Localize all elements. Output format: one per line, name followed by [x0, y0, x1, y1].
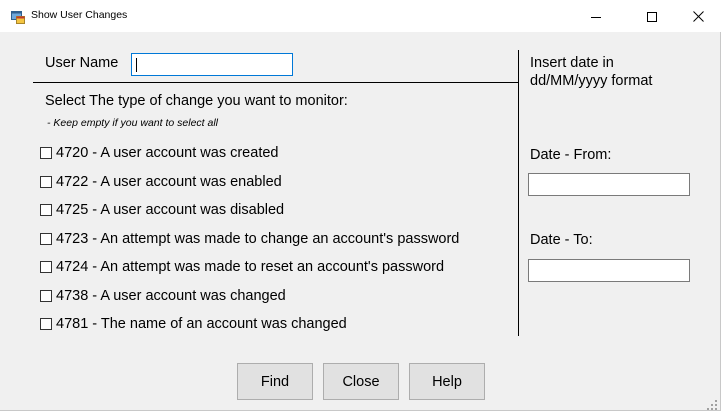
date-from-label: Date - From: — [530, 147, 612, 163]
close-window-button[interactable] — [675, 0, 721, 32]
date-from-input[interactable] — [528, 173, 690, 196]
window-title: Show User Changes — [31, 9, 128, 21]
event-checkbox-4722[interactable]: 4722 - A user account was enabled — [40, 172, 282, 192]
text-caret — [136, 58, 137, 72]
maximize-button[interactable] — [629, 0, 675, 32]
checkbox-label: 4781 - The name of an account was change… — [56, 316, 347, 332]
event-checkbox-4720[interactable]: 4720 - A user account was created — [40, 143, 278, 163]
help-button[interactable]: Help — [409, 363, 485, 400]
close-icon — [692, 7, 704, 26]
checkbox-label: 4724 - An attempt was made to reset an a… — [56, 259, 445, 275]
event-checkbox-4738[interactable]: 4738 - A user account was changed — [40, 286, 286, 306]
checkbox[interactable] — [40, 318, 52, 330]
checkbox-label: 4738 - A user account was changed — [56, 288, 286, 304]
minimize-button[interactable] — [573, 0, 619, 32]
event-checkbox-4724[interactable]: 4724 - An attempt was made to reset an a… — [40, 257, 444, 277]
checkbox[interactable] — [40, 204, 52, 216]
resize-grip-icon[interactable] — [706, 396, 718, 410]
section-divider-vertical — [518, 50, 519, 336]
checkbox-label: 4723 - An attempt was made to change an … — [56, 231, 460, 247]
maximize-icon — [647, 7, 657, 26]
checkbox-label: 4725 - A user account was disabled — [56, 202, 285, 218]
find-button[interactable]: Find — [237, 363, 313, 400]
app-window-icon — [11, 9, 25, 24]
checkbox[interactable] — [40, 176, 52, 188]
event-checkbox-4723[interactable]: 4723 - An attempt was made to change an … — [40, 229, 459, 249]
checkbox-label: 4722 - A user account was enabled — [56, 174, 282, 190]
minimize-icon — [591, 7, 601, 26]
checkbox-label: 4720 - A user account was created — [56, 145, 279, 161]
section-divider-horizontal — [33, 82, 518, 83]
checkbox[interactable] — [40, 261, 52, 273]
user-name-input[interactable] — [131, 53, 293, 76]
event-checkbox-4781[interactable]: 4781 - The name of an account was change… — [40, 314, 347, 334]
checkbox[interactable] — [40, 233, 52, 245]
checkbox[interactable] — [40, 147, 52, 159]
user-name-label: User Name — [45, 55, 119, 71]
change-type-hint: - Keep empty if you want to select all — [47, 117, 218, 129]
date-to-label: Date - To: — [530, 232, 593, 248]
title-bar[interactable]: Show User Changes — [0, 0, 721, 32]
date-format-pattern: dd/MM/yyyy format — [530, 73, 653, 89]
checkbox[interactable] — [40, 290, 52, 302]
event-checkbox-4725[interactable]: 4725 - A user account was disabled — [40, 200, 284, 220]
date-to-input[interactable] — [528, 259, 690, 282]
close-button[interactable]: Close — [323, 363, 399, 400]
date-format-instruction: Insert date in — [530, 55, 614, 71]
show-user-changes-window: Show User Changes User Name Select The t… — [0, 0, 721, 411]
change-type-prompt: Select The type of change you want to mo… — [45, 93, 348, 109]
